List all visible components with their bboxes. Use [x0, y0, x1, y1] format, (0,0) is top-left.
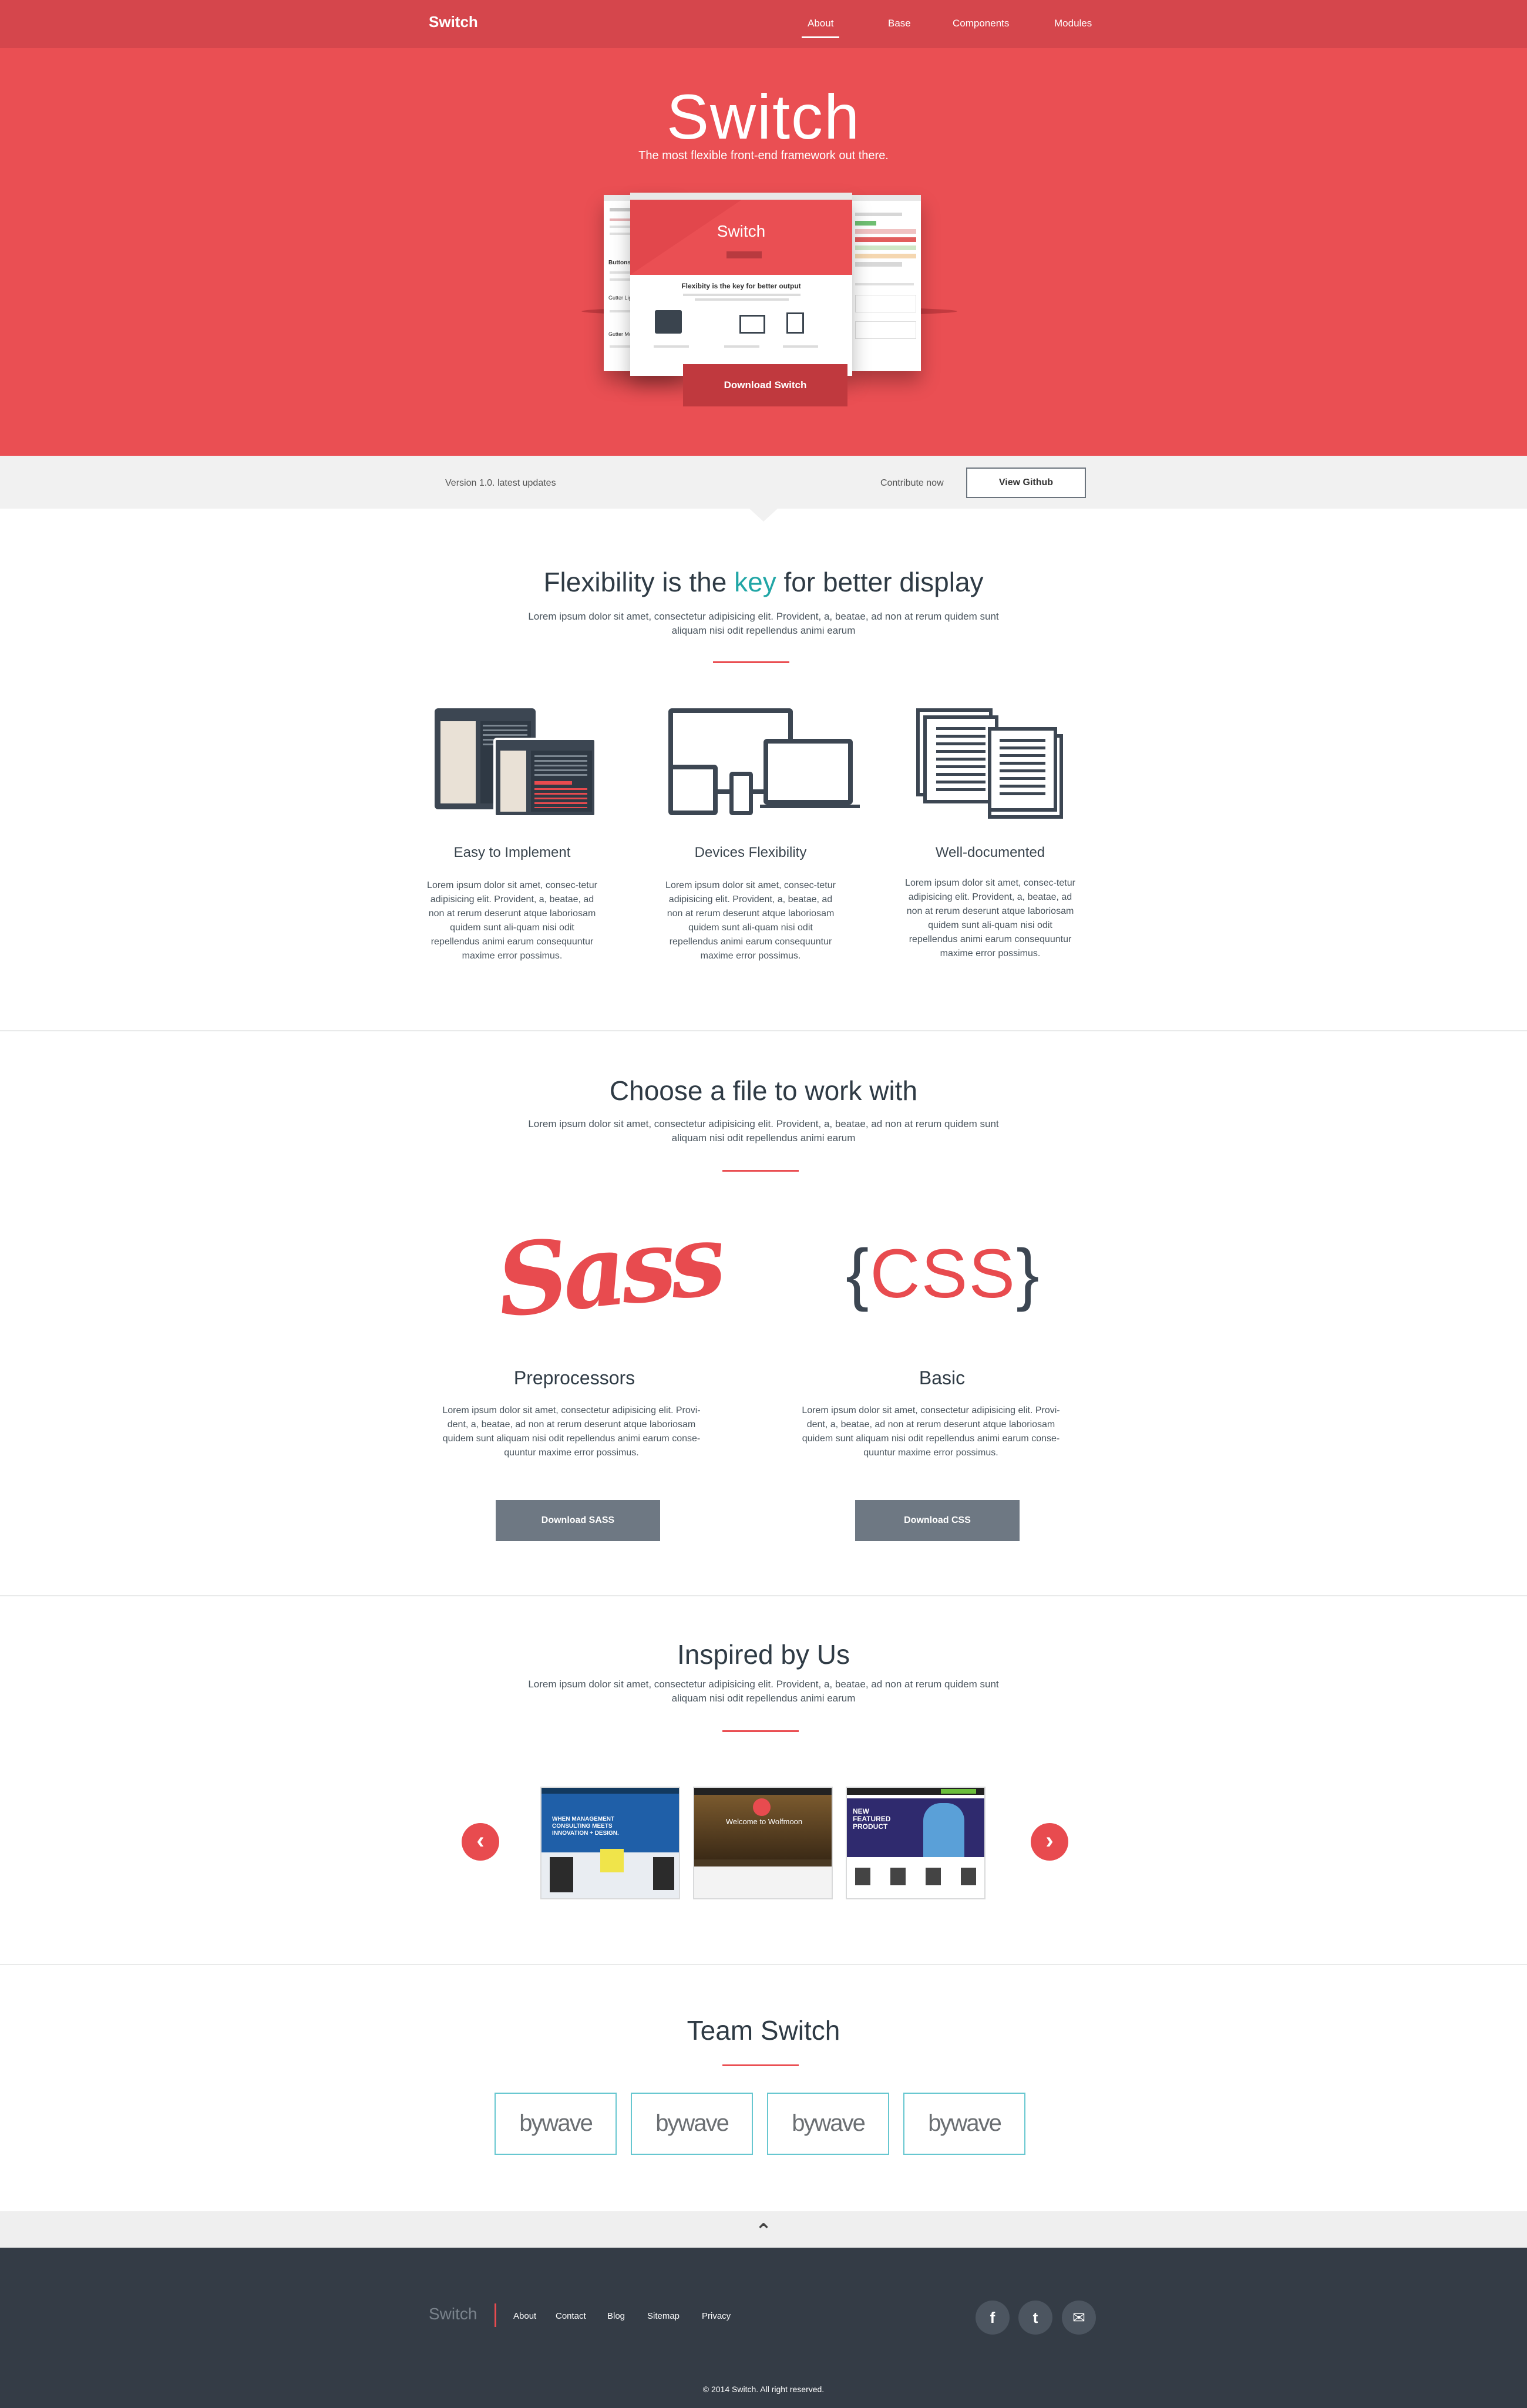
team-member-logo[interactable]: bywave [903, 2093, 1025, 2155]
inspired-title: Inspired by Us [677, 1639, 850, 1670]
back-to-top-icon[interactable]: ⌃ [746, 2219, 781, 2243]
mockup-center-screen: Switch Flexibity is the key for better o… [630, 193, 852, 376]
file-option-title: Basic [919, 1367, 966, 1388]
contribute-text: Contribute now [880, 478, 944, 488]
feature-text: Lorem ipsum dolor sit amet, consec-tetur… [427, 880, 597, 961]
twitter-icon[interactable]: t [1018, 2301, 1052, 2335]
team-member-logo[interactable]: bywave [495, 2093, 617, 2155]
version-bar-arrow [749, 509, 778, 522]
team-title: Team Switch [687, 2015, 840, 2046]
team-member-logo[interactable]: bywave [631, 2093, 753, 2155]
version-bar: Version 1.0. latest updates Contribute n… [0, 456, 1527, 509]
inspired-subtitle: Lorem ipsum dolor sit amet, consectetur … [528, 1679, 999, 1704]
files-subtitle: Lorem ipsum dolor sit amet, consectetur … [528, 1118, 999, 1144]
facebook-icon[interactable]: f [976, 2301, 1010, 2335]
footer-link-about[interactable]: About [513, 2311, 536, 2321]
download-switch-button[interactable]: Download Switch [683, 364, 847, 406]
file-option-text: Lorem ipsum dolor sit amet, consectetur … [442, 1405, 701, 1458]
nav-link-about[interactable]: About [801, 18, 840, 38]
flexibility-subtitle: Lorem ipsum dolor sit amet, consectetur … [528, 611, 999, 636]
showcase-thumbnail[interactable]: NEW FEATURED PRODUCT [846, 1787, 986, 1899]
footer-link-contact[interactable]: Contact [556, 2311, 586, 2321]
feature-title: Easy to Implement [453, 845, 571, 860]
top-navbar: Switch About Base Components Modules [0, 0, 1527, 48]
browser-windows-icon [435, 708, 597, 818]
section-separator [0, 1595, 1527, 1596]
section-divider [713, 661, 789, 663]
footer-link-blog[interactable]: Blog [607, 2311, 625, 2321]
hero-title: Switch [666, 81, 861, 152]
view-github-button[interactable]: View Github [966, 468, 1086, 498]
footer-link-sitemap[interactable]: Sitemap [647, 2311, 680, 2321]
devices-icon [666, 708, 860, 820]
section-divider [722, 2064, 799, 2066]
team-member-logo[interactable]: bywave [767, 2093, 889, 2155]
documents-icon [916, 708, 1063, 820]
feature-text: Lorem ipsum dolor sit amet, consec-tetur… [665, 880, 836, 961]
download-css-button[interactable]: Download CSS [855, 1500, 1020, 1541]
carousel-prev-button[interactable]: ‹ [462, 1823, 499, 1861]
file-option-title: Preprocessors [513, 1367, 635, 1388]
section-divider [722, 1170, 799, 1172]
flexibility-title-key: key [734, 567, 776, 597]
css-logo: {CSS} [846, 1235, 1041, 1313]
mockup-center-tagline: Flexibity is the key for better output [681, 282, 801, 290]
mockup-center-title: Switch [717, 222, 766, 240]
feature-title: Devices Flexibility [694, 845, 807, 860]
nav-link-base[interactable]: Base [888, 18, 911, 29]
page: Switch About Base Components Modules Swi… [0, 0, 1527, 2408]
showcase-thumbnail[interactable]: Welcome to Wolfmoon [693, 1787, 833, 1899]
hero-subtitle: The most flexible front-end framework ou… [638, 149, 889, 162]
nav-link-modules[interactable]: Modules [1054, 18, 1092, 29]
feature-title: Well-documented [935, 845, 1045, 860]
section-separator [0, 1030, 1527, 1031]
footer-link-privacy[interactable]: Privacy [702, 2311, 731, 2321]
section-separator [0, 1964, 1527, 1965]
nav-link-components[interactable]: Components [953, 18, 1009, 29]
footer-brand-divider [495, 2303, 496, 2327]
flexibility-title: Flexibility is the key for better displa… [543, 567, 984, 597]
sass-logo: Sass [491, 1200, 725, 1340]
email-icon[interactable]: ✉ [1062, 2301, 1096, 2335]
showcase-thumbnail[interactable]: WHEN MANAGEMENT CONSULTING MEETS INNOVAT… [540, 1787, 680, 1899]
section-divider [722, 1730, 799, 1732]
files-title: Choose a file to work with [609, 1075, 918, 1106]
file-option-text: Lorem ipsum dolor sit amet, consectetur … [802, 1405, 1060, 1458]
feature-text: Lorem ipsum dolor sit amet, consec-tetur… [905, 878, 1075, 959]
hero-section: Switch The most flexible front-end frame… [0, 48, 1527, 456]
footer-copyright: © 2014 Switch. All right reserved. [702, 2385, 825, 2394]
footer-brand[interactable]: Switch [429, 2305, 477, 2323]
nav-brand[interactable]: Switch [429, 13, 478, 31]
carousel-next-button[interactable]: › [1031, 1823, 1068, 1861]
version-text: Version 1.0. latest updates [445, 478, 556, 488]
mockup-left-item: Buttons [608, 260, 631, 266]
mockup-right-screen [850, 195, 921, 371]
download-sass-button[interactable]: Download SASS [496, 1500, 660, 1541]
back-to-top-bar: ⌃ [0, 2211, 1527, 2248]
